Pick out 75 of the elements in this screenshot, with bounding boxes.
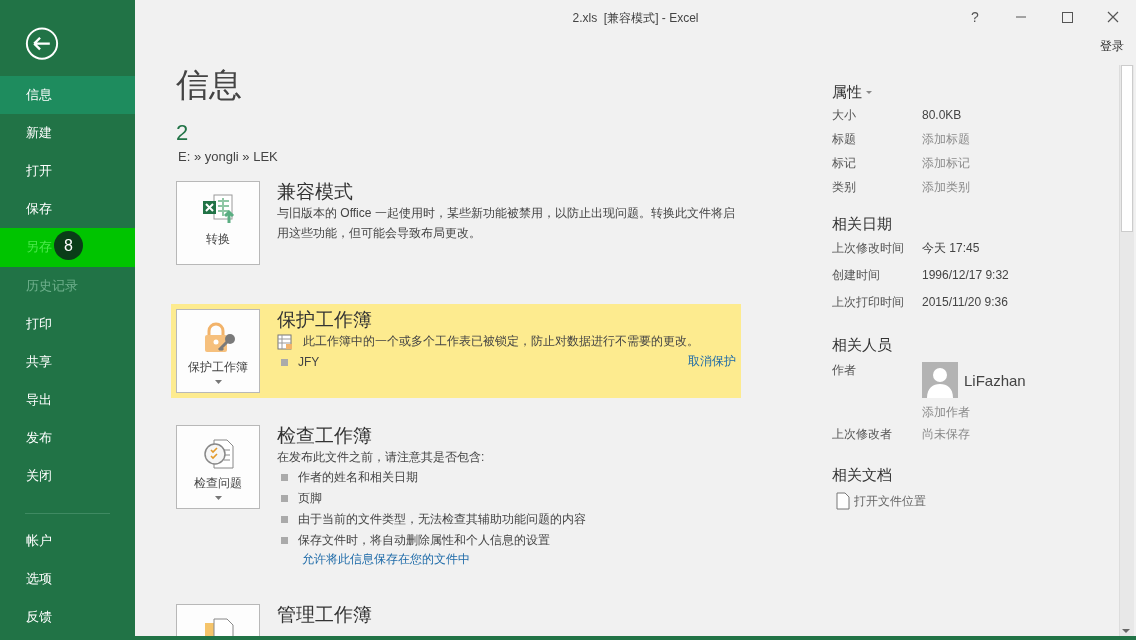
locked-sheet-icon xyxy=(277,333,293,350)
section-heading: 相关人员 xyxy=(832,335,892,355)
caret-icon xyxy=(866,90,872,94)
sidebar-item[interactable]: 导出 xyxy=(0,380,135,419)
action-link[interactable]: 允许将此信息保存在您的文件中 xyxy=(302,551,470,568)
file-name: 2 xyxy=(176,121,190,145)
sidebar-item[interactable]: 发布 xyxy=(0,418,135,457)
section-heading: 相关日期 xyxy=(832,214,892,234)
sign-in-link[interactable]: 登录 xyxy=(1100,38,1124,55)
sidebar-item[interactable]: 打开 xyxy=(0,152,135,191)
sidebar-item[interactable]: 新建 xyxy=(0,114,135,153)
add-author-link[interactable]: 添加作者 xyxy=(922,402,1026,422)
sidebar-item[interactable]: 打印 xyxy=(0,304,135,343)
sidebar-item[interactable]: 反馈 xyxy=(0,597,135,637)
property-label: 大小 xyxy=(832,107,857,124)
close-icon xyxy=(1106,10,1120,24)
section-heading: 相关文档 xyxy=(832,465,892,485)
file-icon xyxy=(836,492,850,510)
action-link[interactable]: 取消保护 xyxy=(688,353,736,370)
bullet-icon xyxy=(281,516,288,523)
property-label: 创建时间 xyxy=(832,267,881,284)
bullet-icon xyxy=(281,495,288,502)
bullet-icon xyxy=(281,359,288,366)
section-title: 管理工作簿 xyxy=(277,604,373,626)
info-line: 由于当前的文件类型，无法检查其辅助功能问题的内容 xyxy=(298,511,586,528)
sidebar-item[interactable]: 关闭 xyxy=(0,456,135,495)
property-label: 上次打印时间 xyxy=(832,294,905,311)
property-label: 类别 xyxy=(832,179,857,196)
maximize-icon xyxy=(1060,10,1074,24)
scrollbar-thumb[interactable] xyxy=(1121,65,1133,232)
sidebar-item[interactable]: 另存 8 xyxy=(0,228,135,267)
property-value: 80.0KB xyxy=(922,107,962,124)
sidebar-item[interactable]: 信息 xyxy=(0,76,135,115)
open-location-link[interactable]: 打开文件位置 xyxy=(854,492,926,510)
property-value: 尚未保存 xyxy=(922,426,970,443)
file-path: E: » yongli » LEK xyxy=(178,149,279,164)
sidebar-item[interactable]: 保存 xyxy=(0,190,135,229)
info-line: 页脚 xyxy=(298,490,322,507)
sidebar-item[interactable]: 帐户 xyxy=(0,521,135,560)
author-name: LiFazhan xyxy=(964,371,1026,389)
section-title: 兼容模式 xyxy=(277,181,354,203)
sidebar-item[interactable]: 共享 xyxy=(0,342,135,381)
section-description: 与旧版本的 Office 一起使用时，某些新功能被禁用，以防止出现问题。转换此文件将启用这些功能，但可能会导致布局更改。 xyxy=(277,205,736,242)
scroll-down-icon xyxy=(1121,628,1131,634)
section-title: 检查工作簿 xyxy=(277,425,373,447)
scrollbar[interactable] xyxy=(1119,65,1134,636)
property-label: 上次修改者 xyxy=(832,426,893,443)
section-description: 在发布此文件之前，请注意其是否包含: xyxy=(277,449,486,466)
property-value: 2015/11/20 9:36 xyxy=(922,294,1008,311)
step-badge: 8 xyxy=(54,231,83,261)
action-button[interactable]: 转换 xyxy=(176,181,260,265)
action-button[interactable]: 检查问题 xyxy=(176,425,260,509)
avatar-icon xyxy=(922,362,958,398)
property-value[interactable]: 添加标题 xyxy=(922,127,970,151)
help-button[interactable]: ? xyxy=(952,0,998,34)
info-line: 作者的姓名和相关日期 xyxy=(298,469,418,486)
property-value[interactable]: 添加类别 xyxy=(922,175,970,199)
property-label: 标题 xyxy=(832,131,857,148)
info-line: 保存文件时，将自动删除属性和个人信息的设置 xyxy=(298,532,550,549)
sidebar-item[interactable]: 选项 xyxy=(0,559,135,598)
window-title: 2.xls [兼容模式] - Excel xyxy=(572,11,699,25)
property-label: 上次修改时间 xyxy=(832,240,905,257)
property-label: 标记 xyxy=(832,155,857,172)
action-button[interactable]: 保护工作簿 xyxy=(176,309,260,393)
bullet-icon xyxy=(281,537,288,544)
property-label: 作者 xyxy=(832,362,857,379)
info-line: JFY xyxy=(298,354,320,371)
bullet-icon xyxy=(281,474,288,481)
property-value: 今天 17:45 xyxy=(922,240,980,257)
properties-heading[interactable]: 属性 xyxy=(832,81,862,103)
info-line: 此工作簿中的一个或多个工作表已被锁定，防止对数据进行不需要的更改。 xyxy=(303,333,699,350)
page-heading: 信息 xyxy=(176,65,243,105)
property-value: 1996/12/17 9:32 xyxy=(922,267,1009,284)
section-title: 保护工作簿 xyxy=(277,309,373,331)
property-value[interactable]: 添加标记 xyxy=(922,151,970,175)
